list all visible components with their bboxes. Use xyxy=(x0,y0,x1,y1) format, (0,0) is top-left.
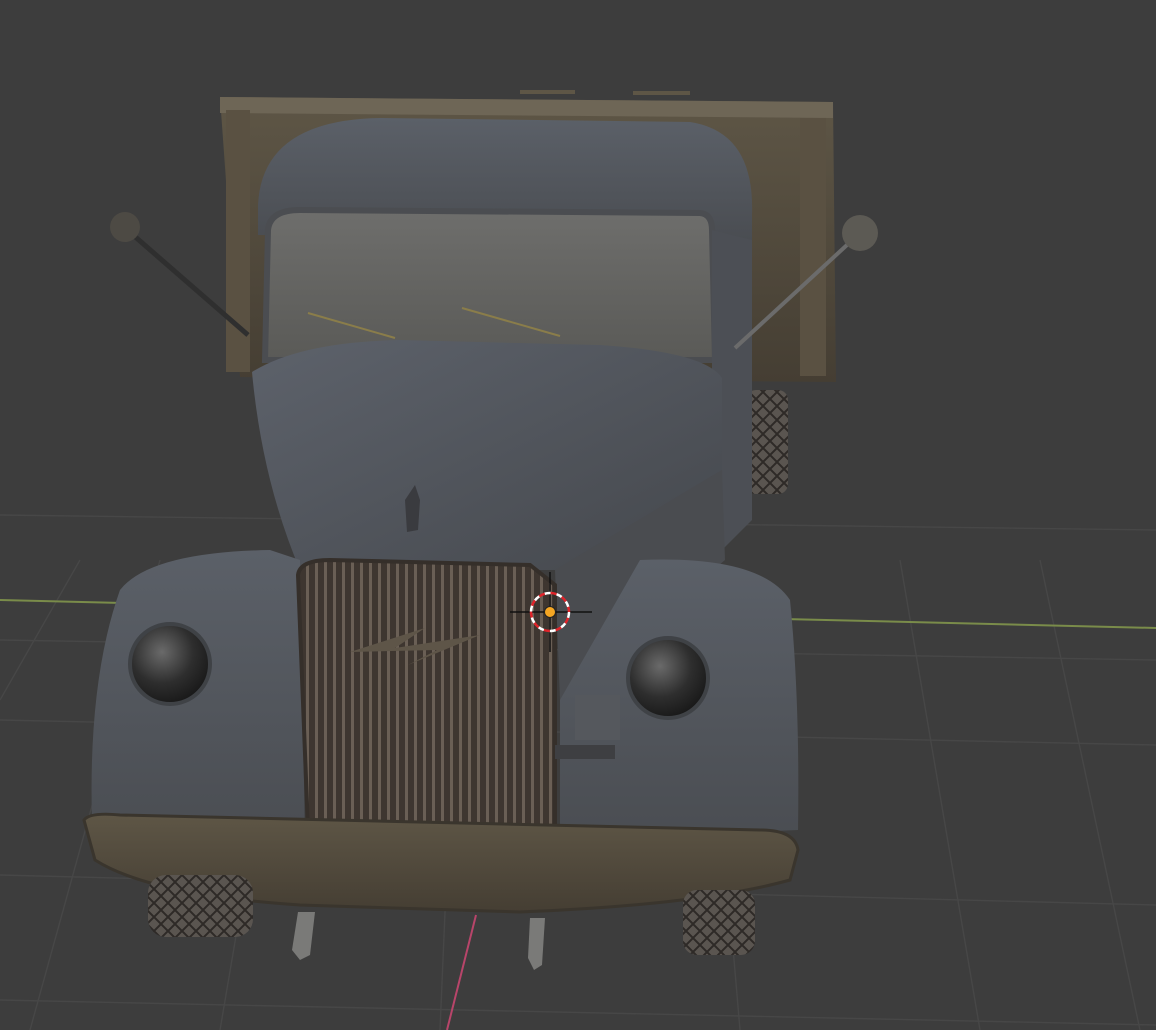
rear-right-tire xyxy=(746,390,788,494)
y-axis-line xyxy=(446,914,477,1030)
windshield xyxy=(261,206,719,363)
right-headlamp xyxy=(626,636,710,720)
3d-viewport[interactable] xyxy=(0,0,1156,1030)
front-left-tire xyxy=(148,875,253,937)
right-bumper-hook xyxy=(528,918,545,970)
viewport-canvas[interactable] xyxy=(0,0,1156,1030)
front-right-tire xyxy=(683,890,755,955)
truck-model[interactable] xyxy=(82,90,878,970)
object-origin-icon xyxy=(544,606,556,618)
left-headlamp xyxy=(128,622,212,706)
left-bumper-hook xyxy=(292,912,315,960)
